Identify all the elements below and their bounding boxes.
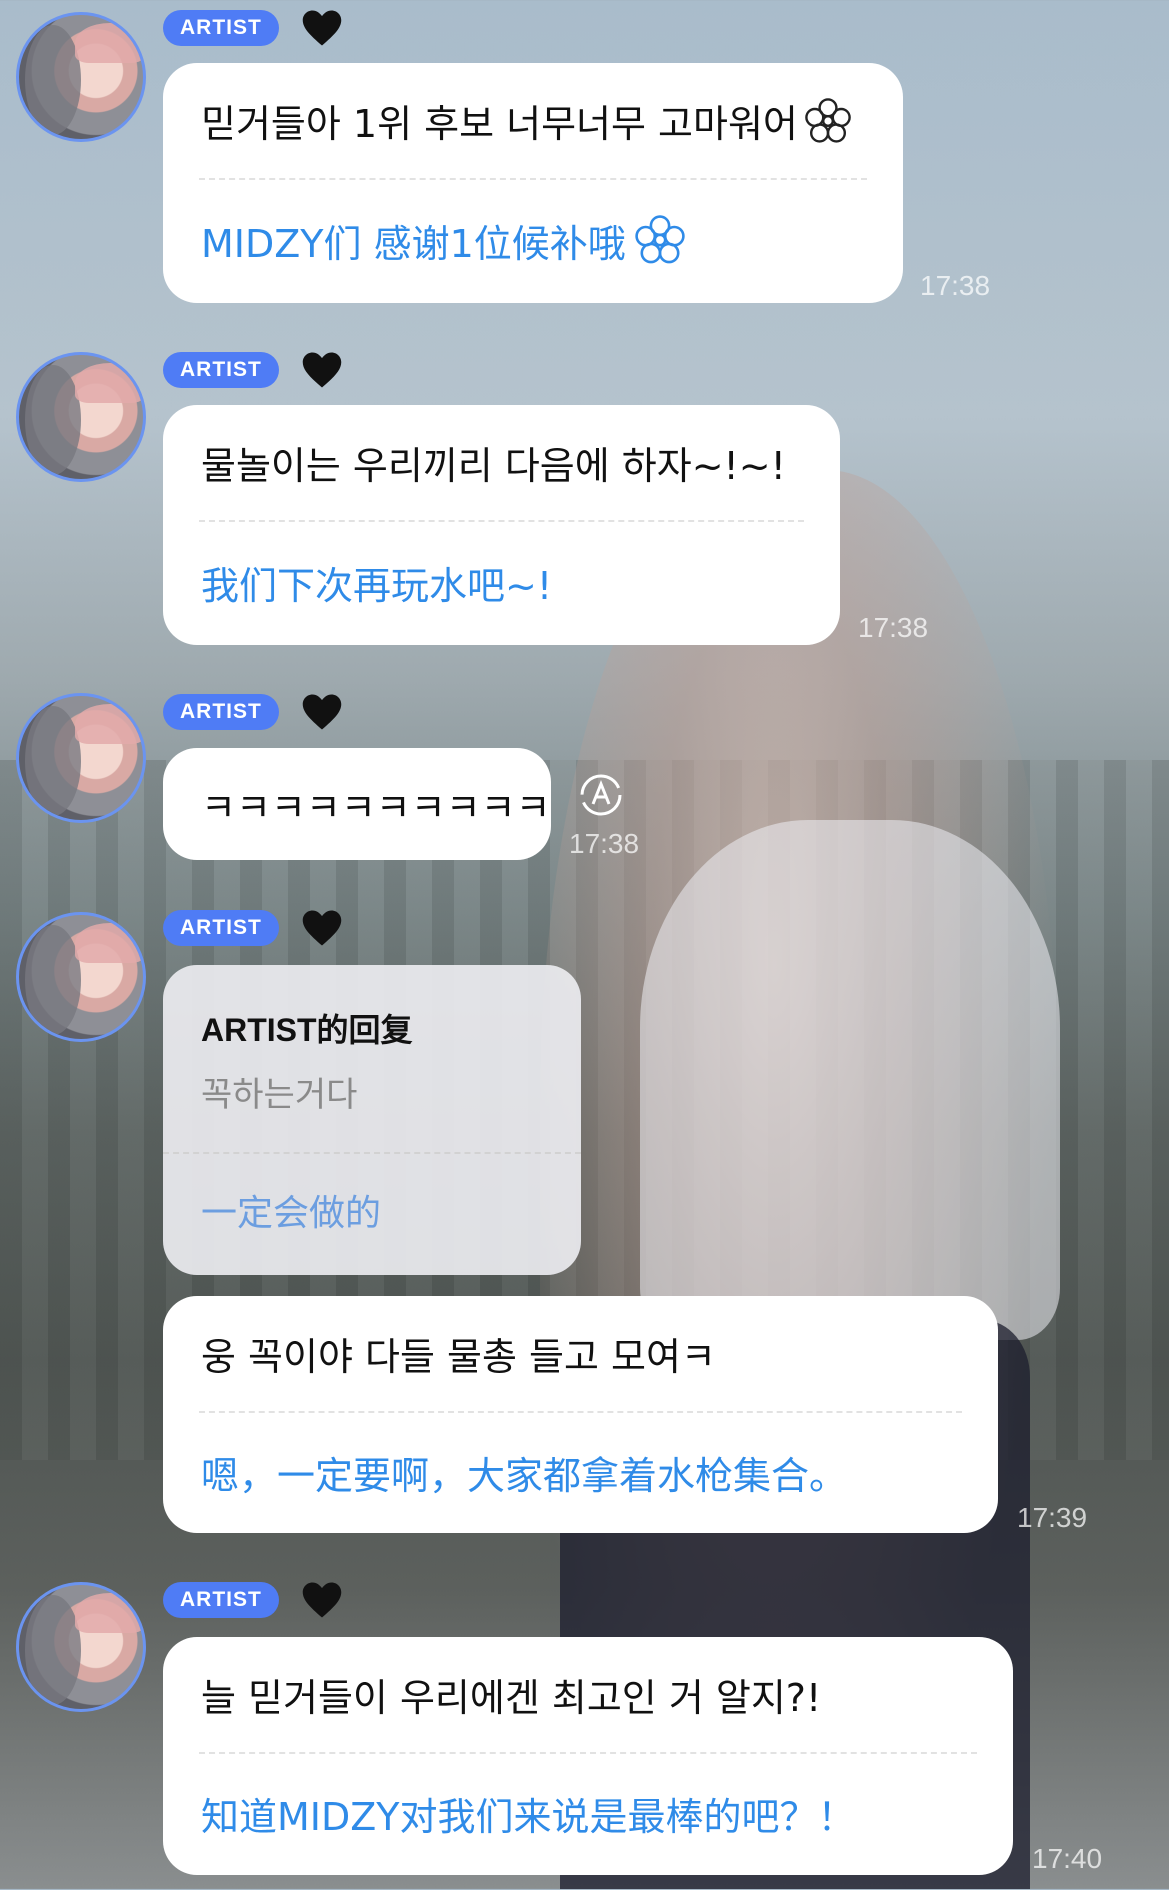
artist-badge: ARTIST: [163, 694, 279, 730]
black-heart-icon: [302, 352, 342, 388]
translation-text: 知道MIDZY对我们来说是最棒的吧？！: [201, 1795, 856, 1839]
artist-badge: ARTIST: [163, 10, 279, 46]
message-timestamp: 17:38: [920, 270, 991, 301]
korean-text: 웅 꼭이야 다들 물총 들고 모여ㅋ: [201, 1335, 716, 1379]
message-bubble[interactable]: 늘 믿거들이 우리에겐 최고인 거 알지?! 知道MIDZY对我们来说是最棒的吧…: [163, 1637, 1013, 1875]
message-text-translation: 嗯，一定要啊，大家都拿着水枪集合。: [201, 1413, 960, 1531]
message-text-translation: 知道MIDZY对我们来说是最棒的吧？！: [201, 1754, 975, 1873]
message-bubble[interactable]: ㅋㅋㅋㅋㅋㅋㅋㅋㅋㅋ: [163, 748, 551, 860]
message-timestamp: 17:38: [569, 828, 640, 859]
message-header: ARTIST: [163, 350, 343, 390]
korean-text: 믿거들아 1위 후보 너무너무 고마워어: [201, 102, 798, 146]
flower-icon: [635, 215, 685, 264]
quoted-reply-title: ARTIST的回复: [201, 1012, 413, 1048]
message-text-korean: ㅋㅋㅋㅋㅋㅋㅋㅋㅋㅋ: [201, 748, 551, 860]
message-timestamp: 17:39: [1017, 1502, 1088, 1533]
black-heart-icon: [302, 10, 342, 46]
message-text-korean: 믿거들아 1위 후보 너무너무 고마워어: [201, 63, 865, 178]
quoted-reply-translation: 一定会做的: [201, 1193, 382, 1234]
message-text-translation: MIDZY们 感谢1位候补哦: [201, 180, 865, 300]
message-timestamp: 17:38: [858, 612, 929, 643]
message-timestamp: 17:40: [1032, 1843, 1103, 1874]
message-text-korean: 늘 믿거들이 우리에겐 최고인 거 알지?!: [201, 1637, 975, 1752]
artist-avatar[interactable]: [16, 912, 146, 1042]
message-bubble[interactable]: 웅 꼭이야 다들 물총 들고 모여ㅋ 嗯，一定要啊，大家都拿着水枪集合。: [163, 1296, 998, 1533]
artist-avatar[interactable]: [16, 693, 146, 823]
message-bubble[interactable]: 믿거들아 1위 후보 너무너무 고마워어 MIDZY们 感谢1位候补哦: [163, 63, 903, 303]
auto-translate-icon[interactable]: [577, 771, 625, 819]
korean-text: 물놀이는 우리끼리 다음에 하자~!~!: [201, 444, 786, 488]
background-shirt: [640, 820, 1060, 1340]
artist-avatar[interactable]: [16, 12, 146, 142]
black-heart-icon: [302, 1582, 342, 1618]
artist-badge: ARTIST: [163, 352, 279, 388]
flower-icon: [805, 97, 851, 143]
message-header: ARTIST: [163, 692, 343, 732]
artist-avatar[interactable]: [16, 352, 146, 482]
korean-text: ㅋㅋㅋㅋㅋㅋㅋㅋㅋㅋ: [201, 785, 551, 830]
message-text-korean: 웅 꼭이야 다들 물총 들고 모여ㅋ: [201, 1296, 960, 1411]
korean-text: 늘 믿거들이 우리에겐 최고인 거 알지?!: [201, 1676, 822, 1720]
message-text-korean: 물놀이는 우리끼리 다음에 하자~!~!: [201, 405, 802, 520]
quoted-reply-korean: 꼭하는거다: [201, 1075, 358, 1115]
message-bubble[interactable]: 물놀이는 우리끼리 다음에 하자~!~! 我们下次再玩水吧~!: [163, 405, 840, 645]
message-header: ARTIST: [163, 1580, 343, 1620]
artist-badge: ARTIST: [163, 1582, 279, 1618]
message-header: ARTIST: [163, 8, 343, 48]
translation-divider: [163, 1152, 581, 1154]
quoted-reply-card[interactable]: ARTIST的回复 꼭하는거다 一定会做的: [163, 965, 581, 1275]
translation-text: 嗯，一定要啊，大家都拿着水枪集合。: [201, 1453, 848, 1498]
translation-text: 我们下次再玩水吧~!: [201, 563, 553, 608]
black-heart-icon: [302, 910, 342, 946]
message-header: ARTIST: [163, 908, 343, 948]
message-text-translation: 我们下次再玩水吧~!: [201, 522, 802, 642]
artist-badge: ARTIST: [163, 910, 279, 946]
black-heart-icon: [302, 694, 342, 730]
artist-avatar[interactable]: [16, 1582, 146, 1712]
translation-text: MIDZY们 感谢1位候补哦: [201, 221, 626, 266]
